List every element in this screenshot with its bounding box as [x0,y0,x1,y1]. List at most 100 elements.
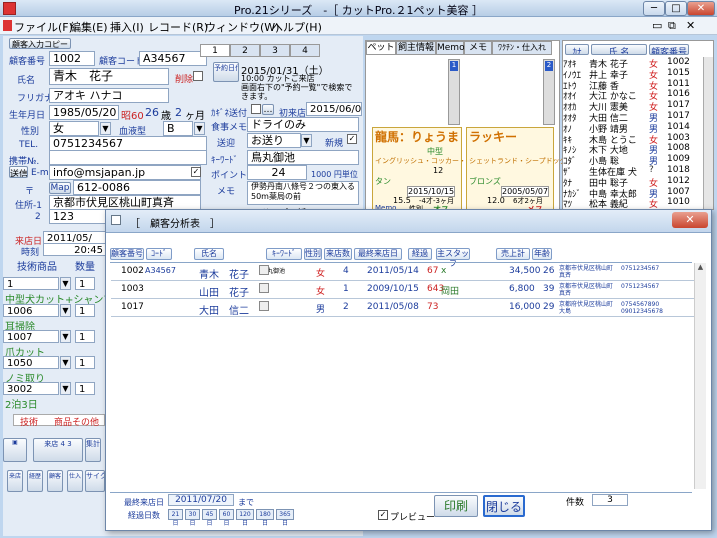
col-last-visit[interactable]: 最終来店日 [354,248,402,260]
final-visit-field[interactable]: 2011/07/20 [168,494,234,506]
pet1-card[interactable]: 龍馬：りょうま 中型 イングリッシュ・コッカー・スパニエル 12 タン 2015… [372,127,501,214]
service-code-1-dropdown[interactable]: ▼ [60,277,71,290]
memo-tab[interactable]: Memo [436,41,465,55]
grid-scrollbar[interactable]: ▲ [694,263,706,489]
days-120-button[interactable]: 120日 [236,509,254,527]
service-code-2-dropdown[interactable]: ▼ [60,304,71,317]
dialog-close-icon[interactable]: ✕ [672,212,708,228]
col-code[interactable]: ｺｰﾄﾞ [146,248,172,260]
col-age[interactable]: 年齢 [532,248,552,260]
sogei-select[interactable]: お送り [247,133,301,148]
visit-tab-3[interactable]: 3 [260,44,290,57]
kagi-checkbox[interactable] [251,104,261,114]
sex-select[interactable]: 女 [49,121,99,136]
print-button[interactable]: 印刷 [434,495,478,517]
visit-tab-1[interactable]: 1 [200,44,230,57]
blood-dropdown-icon[interactable]: ▼ [194,122,205,135]
point-field[interactable]: 24 [247,165,307,180]
list-header-no[interactable]: 顧客番号 [649,44,689,55]
service-code-3-dropdown[interactable]: ▼ [60,330,71,343]
mail-send-button[interactable]: 送信 [9,166,28,178]
memo-field[interactable]: 伊勢丹南八條号２つの東入る50m薬局の前 [247,181,359,205]
copy-customer-button[interactable]: 顧客入力コピー [9,38,71,49]
service-code-4[interactable]: 1050 [3,356,59,369]
row-detail-icon[interactable] [259,301,269,311]
customer-no-field[interactable]: 1002 [49,51,95,66]
kagi-button[interactable]: … [262,104,274,115]
new-checkbox[interactable]: ✓ [347,134,357,144]
visit-tab-2[interactable]: 2 [230,44,260,57]
pet2-card[interactable]: ラッキー シェットランド・シープドッグ ブロンズ 2005/05/07 12.0… [466,127,567,214]
monthly-button[interactable]: 来店 [7,470,23,492]
grid-row[interactable]: 1003 山田 花子女 1 2009/10/15 643 岡田 6,800 39 京都市伏見区桃… [111,281,696,299]
service-code-4-dropdown[interactable]: ▼ [60,356,71,369]
customer-button[interactable]: 顧客 [47,470,63,492]
row-detail-icon[interactable] [259,265,269,275]
col-customer-no[interactable]: 顧客番号 [110,248,144,260]
history-button[interactable]: 経歴 [27,470,43,492]
service-code-5[interactable]: 3002 [3,382,59,395]
purchase-button[interactable]: 仕入 [67,470,83,492]
menu-help[interactable]: ヘルプ(H) [272,19,322,35]
memo2-tab[interactable]: メモ [464,41,492,55]
email-checkbox[interactable]: ✓ [191,167,201,177]
email-field[interactable]: info@msjapan.jp [49,165,201,180]
name-field[interactable]: 青木 花子 [49,68,169,85]
service-code-5-dropdown[interactable]: ▼ [60,382,71,395]
cycle-button[interactable]: サイクル 212 [85,470,105,492]
days-180-button[interactable]: 180日 [256,509,274,527]
close-window-button[interactable]: ✕ [687,1,715,16]
yoyaku-button[interactable]: 予約日付 [213,62,239,82]
col-elapsed[interactable]: 経過 [408,248,432,260]
list-header-kana[interactable]: ｶﾅ [565,44,589,55]
owner-tab[interactable]: 飼主情報 [396,41,436,55]
address1-field[interactable]: 京都市伏見区桃山町真斉 [49,195,201,210]
delete-checkbox[interactable] [193,71,203,81]
col-visits[interactable]: 来店数 [324,248,352,260]
customer-code-field[interactable]: A34567 [139,51,207,66]
birth-field[interactable]: 1985/05/20 [49,105,119,120]
days-21-button[interactable]: 21日 [168,509,183,527]
list-header-name[interactable]: 氏 名 [591,44,647,55]
col-sex[interactable]: 性別 [304,248,322,260]
map-button[interactable]: Map [49,182,71,194]
visit-count-button[interactable]: 来店 4 3 [33,438,83,462]
list-scrollbar[interactable] [703,57,713,209]
food-memo-field[interactable]: ドライのみ [247,117,359,132]
grid-row[interactable]: 1002 A34567 青木 花子 烏丸御池女 4 2011/05/14 67 x 34,500… [111,263,696,281]
keyword-field[interactable]: 鳥丸御池 [247,150,359,165]
service-qty-3[interactable]: 1 [75,330,95,343]
col-staff[interactable]: 主スタッフ [436,248,470,268]
col-sales[interactable]: 売上計 [496,248,530,260]
mobile-field[interactable] [49,150,207,165]
preview-checkbox[interactable]: ✓ [378,510,388,520]
menu-record[interactable]: レコード(R) [148,19,208,35]
restore-icon[interactable]: ▭ [652,19,662,32]
pet-tab[interactable]: ペット [366,41,396,55]
service-qty-1[interactable]: 1 [75,277,95,290]
vaccine-tab[interactable]: ﾜｸﾁﾝ・仕入れ [492,41,552,55]
days-365-button[interactable]: 365日 [276,509,294,527]
zip-field[interactable]: 612-0086 [73,180,201,195]
tel-field[interactable]: 0751234567 [49,136,207,151]
furigana-field[interactable]: アオキ ハナコ [49,88,169,103]
sex-dropdown-icon[interactable]: ▼ [100,122,111,135]
days-60-button[interactable]: 60日 [219,509,234,527]
close-button[interactable]: 閉じる [483,495,525,517]
row-detail-icon[interactable] [259,283,269,293]
tally-button[interactable]: 集計 [85,438,101,462]
days-30-button[interactable]: 30日 [185,509,200,527]
menu-insert[interactable]: 挿入(I) [110,19,144,35]
service-code-1[interactable]: 1 [3,277,59,290]
visit-tab-4[interactable]: 4 [290,44,320,57]
blood-select[interactable]: B [163,121,193,136]
service-code-2[interactable]: 1006 [3,304,59,317]
visit-time-field[interactable]: 20:45 [43,243,107,256]
first-visit-field[interactable]: 2015/06/05 [306,102,362,116]
col-keyword[interactable]: ｷｰﾜｰﾄﾞ [266,248,302,260]
menu-file[interactable]: ファイル(F) [14,19,73,35]
tile-icon[interactable]: ⧉ [668,19,676,33]
maximize-button[interactable]: □ [665,1,687,16]
service-qty-4[interactable]: 1 [75,356,95,369]
service-qty-2[interactable]: 1 [75,304,95,317]
